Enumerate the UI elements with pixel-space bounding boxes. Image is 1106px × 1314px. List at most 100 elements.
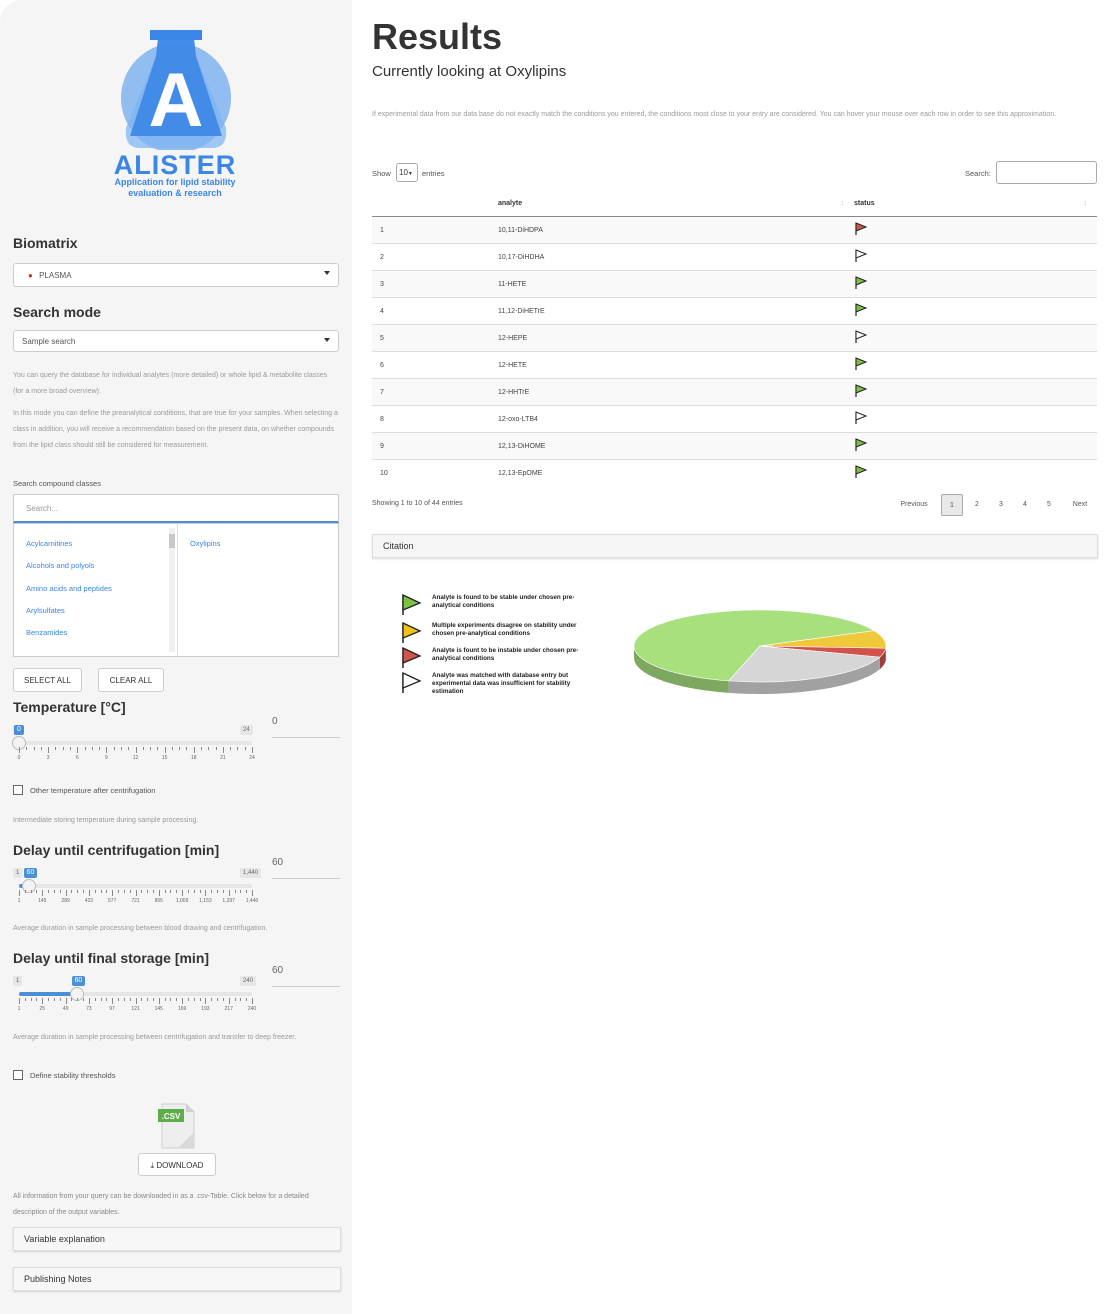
slider-tick bbox=[252, 998, 253, 1004]
status-column-header[interactable]: status ↕ bbox=[854, 190, 1097, 217]
table-row[interactable]: 9 12,13-DiHOME bbox=[372, 432, 1097, 460]
index-column-header[interactable] bbox=[372, 190, 498, 217]
table-row[interactable]: 1 10,11-DiHDPA bbox=[372, 216, 1097, 244]
table-search-input[interactable] bbox=[996, 161, 1097, 184]
sort-icon: ↕ bbox=[1083, 199, 1088, 207]
slider-tick bbox=[36, 890, 38, 893]
variable-explanation-panel[interactable]: Variable explanation bbox=[13, 1227, 341, 1251]
status-cell bbox=[854, 432, 1097, 460]
slider-tick bbox=[252, 890, 253, 896]
selected-class-option[interactable]: Oxylipins bbox=[190, 539, 220, 548]
row-index: 7 bbox=[372, 378, 498, 406]
slider-tick-label: 721 bbox=[131, 898, 140, 904]
slider-tick bbox=[19, 747, 20, 753]
slider-tick bbox=[217, 998, 219, 1001]
slider-tick bbox=[234, 890, 236, 893]
slider-max-label: 24 bbox=[240, 725, 253, 735]
slider-tick-label: 73 bbox=[86, 1006, 92, 1012]
slider-tick bbox=[83, 998, 85, 1001]
slider-tick bbox=[135, 998, 137, 1004]
slider-tick bbox=[128, 747, 130, 750]
biomatrix-select[interactable]: ● PLASMA bbox=[13, 263, 339, 287]
clear-all-button[interactable]: CLEAR ALL bbox=[98, 668, 164, 692]
slider-tick bbox=[36, 998, 38, 1001]
stable-flag-icon bbox=[855, 384, 868, 397]
slider-tick bbox=[77, 747, 79, 753]
page-title: Results bbox=[372, 16, 503, 57]
slider-track[interactable] bbox=[19, 741, 252, 745]
compound-classes-search-input[interactable]: Search... bbox=[13, 494, 339, 523]
download-label: DOWNLOAD bbox=[156, 1161, 204, 1170]
biomatrix-value: PLASMA bbox=[39, 271, 72, 280]
page-button-2[interactable]: 2 bbox=[966, 494, 988, 516]
search-mode-select[interactable]: Sample search bbox=[13, 330, 339, 352]
class-list-scroll-thumb[interactable] bbox=[169, 534, 175, 548]
select-all-button[interactable]: SELECT ALL bbox=[13, 668, 82, 692]
delay-centrifugation-input[interactable]: 60 bbox=[272, 857, 340, 879]
analyte-column-header[interactable]: analyte ↕ bbox=[498, 190, 854, 217]
slider-tick bbox=[222, 998, 224, 1001]
slider-tick bbox=[158, 998, 160, 1004]
class-option[interactable]: Arylsulfates bbox=[26, 606, 65, 615]
next-page-button[interactable]: Next bbox=[1066, 494, 1094, 516]
temperature-input[interactable]: 0 bbox=[272, 716, 340, 738]
previous-page-button[interactable]: Previous bbox=[892, 494, 936, 516]
slider-max-label: 1,440 bbox=[240, 868, 262, 878]
table-row[interactable]: 8 12-oxo-LTB4 bbox=[372, 405, 1097, 433]
slider-tick bbox=[84, 747, 86, 750]
slider-tick bbox=[187, 890, 189, 893]
table-row[interactable]: 6 12-HETE bbox=[372, 351, 1097, 379]
class-option[interactable]: Benzamides bbox=[26, 628, 67, 637]
slider-tick bbox=[164, 998, 166, 1001]
table-row[interactable]: 4 11,12-DiHETrE bbox=[372, 297, 1097, 325]
status-cell bbox=[854, 351, 1097, 379]
slider-tick bbox=[99, 747, 101, 750]
page-button-3[interactable]: 3 bbox=[990, 494, 1012, 516]
class-option[interactable]: Acylcarnitines bbox=[26, 539, 72, 548]
stability-thresholds-checkbox[interactable] bbox=[13, 1070, 23, 1080]
slider-tick-label: 24 bbox=[249, 755, 255, 761]
delay-storage-input[interactable]: 60 bbox=[272, 965, 340, 987]
slider-tick-label: 49 bbox=[62, 1006, 69, 1012]
slider-tick bbox=[94, 890, 96, 893]
slider-tick bbox=[88, 890, 90, 896]
entries-select[interactable]: 10▼ bbox=[396, 163, 418, 182]
table-row[interactable]: 10 12,13-EpOME bbox=[372, 459, 1097, 486]
page-button-5[interactable]: 5 bbox=[1038, 494, 1060, 516]
slider-tick bbox=[205, 890, 207, 896]
citation-panel[interactable]: Citation bbox=[372, 534, 1098, 558]
status-cell bbox=[854, 243, 1097, 271]
slider-tick bbox=[234, 998, 236, 1001]
slider-tick-label: 18 bbox=[190, 755, 197, 761]
download-icon: ⤓ bbox=[150, 1161, 155, 1170]
slider-tick bbox=[186, 747, 188, 750]
publishing-notes-panel[interactable]: Publishing Notes bbox=[13, 1267, 341, 1291]
slider-tick-label: 145 bbox=[154, 1006, 163, 1012]
slider-tick bbox=[205, 998, 207, 1004]
slider-max-label: 240 bbox=[240, 976, 257, 986]
slider-track[interactable] bbox=[19, 884, 252, 888]
blood-drop-icon: ● bbox=[28, 271, 33, 280]
table-row[interactable]: 5 12-HEPE bbox=[372, 324, 1097, 352]
slider-tick bbox=[42, 998, 44, 1004]
row-index: 5 bbox=[372, 324, 498, 352]
status-cell bbox=[854, 216, 1097, 244]
sort-icon: ↕ bbox=[840, 199, 845, 207]
search-mode-value: Sample search bbox=[22, 337, 76, 346]
page-button-4[interactable]: 4 bbox=[1014, 494, 1036, 516]
download-button[interactable]: ⤓ DOWNLOAD bbox=[138, 1153, 216, 1176]
table-row[interactable]: 2 10,17-DiHDHA bbox=[372, 243, 1097, 271]
slider-tick bbox=[193, 890, 195, 893]
slider-tick bbox=[120, 747, 122, 750]
other-temperature-checkbox[interactable] bbox=[13, 785, 23, 795]
table-row[interactable]: 3 11-HETE bbox=[372, 270, 1097, 298]
show-label: Show bbox=[372, 169, 391, 178]
class-option[interactable]: Amino acids and peptides bbox=[26, 584, 112, 593]
slider-tick bbox=[230, 747, 232, 750]
slider-handle[interactable] bbox=[21, 879, 36, 893]
status-cell bbox=[854, 297, 1097, 325]
class-option[interactable]: Alcohols and polyols bbox=[26, 561, 94, 570]
slider-tick-label: 15 bbox=[161, 755, 168, 761]
page-button-1[interactable]: 1 bbox=[941, 494, 963, 516]
table-row[interactable]: 7 12-HHTrE bbox=[372, 378, 1097, 406]
